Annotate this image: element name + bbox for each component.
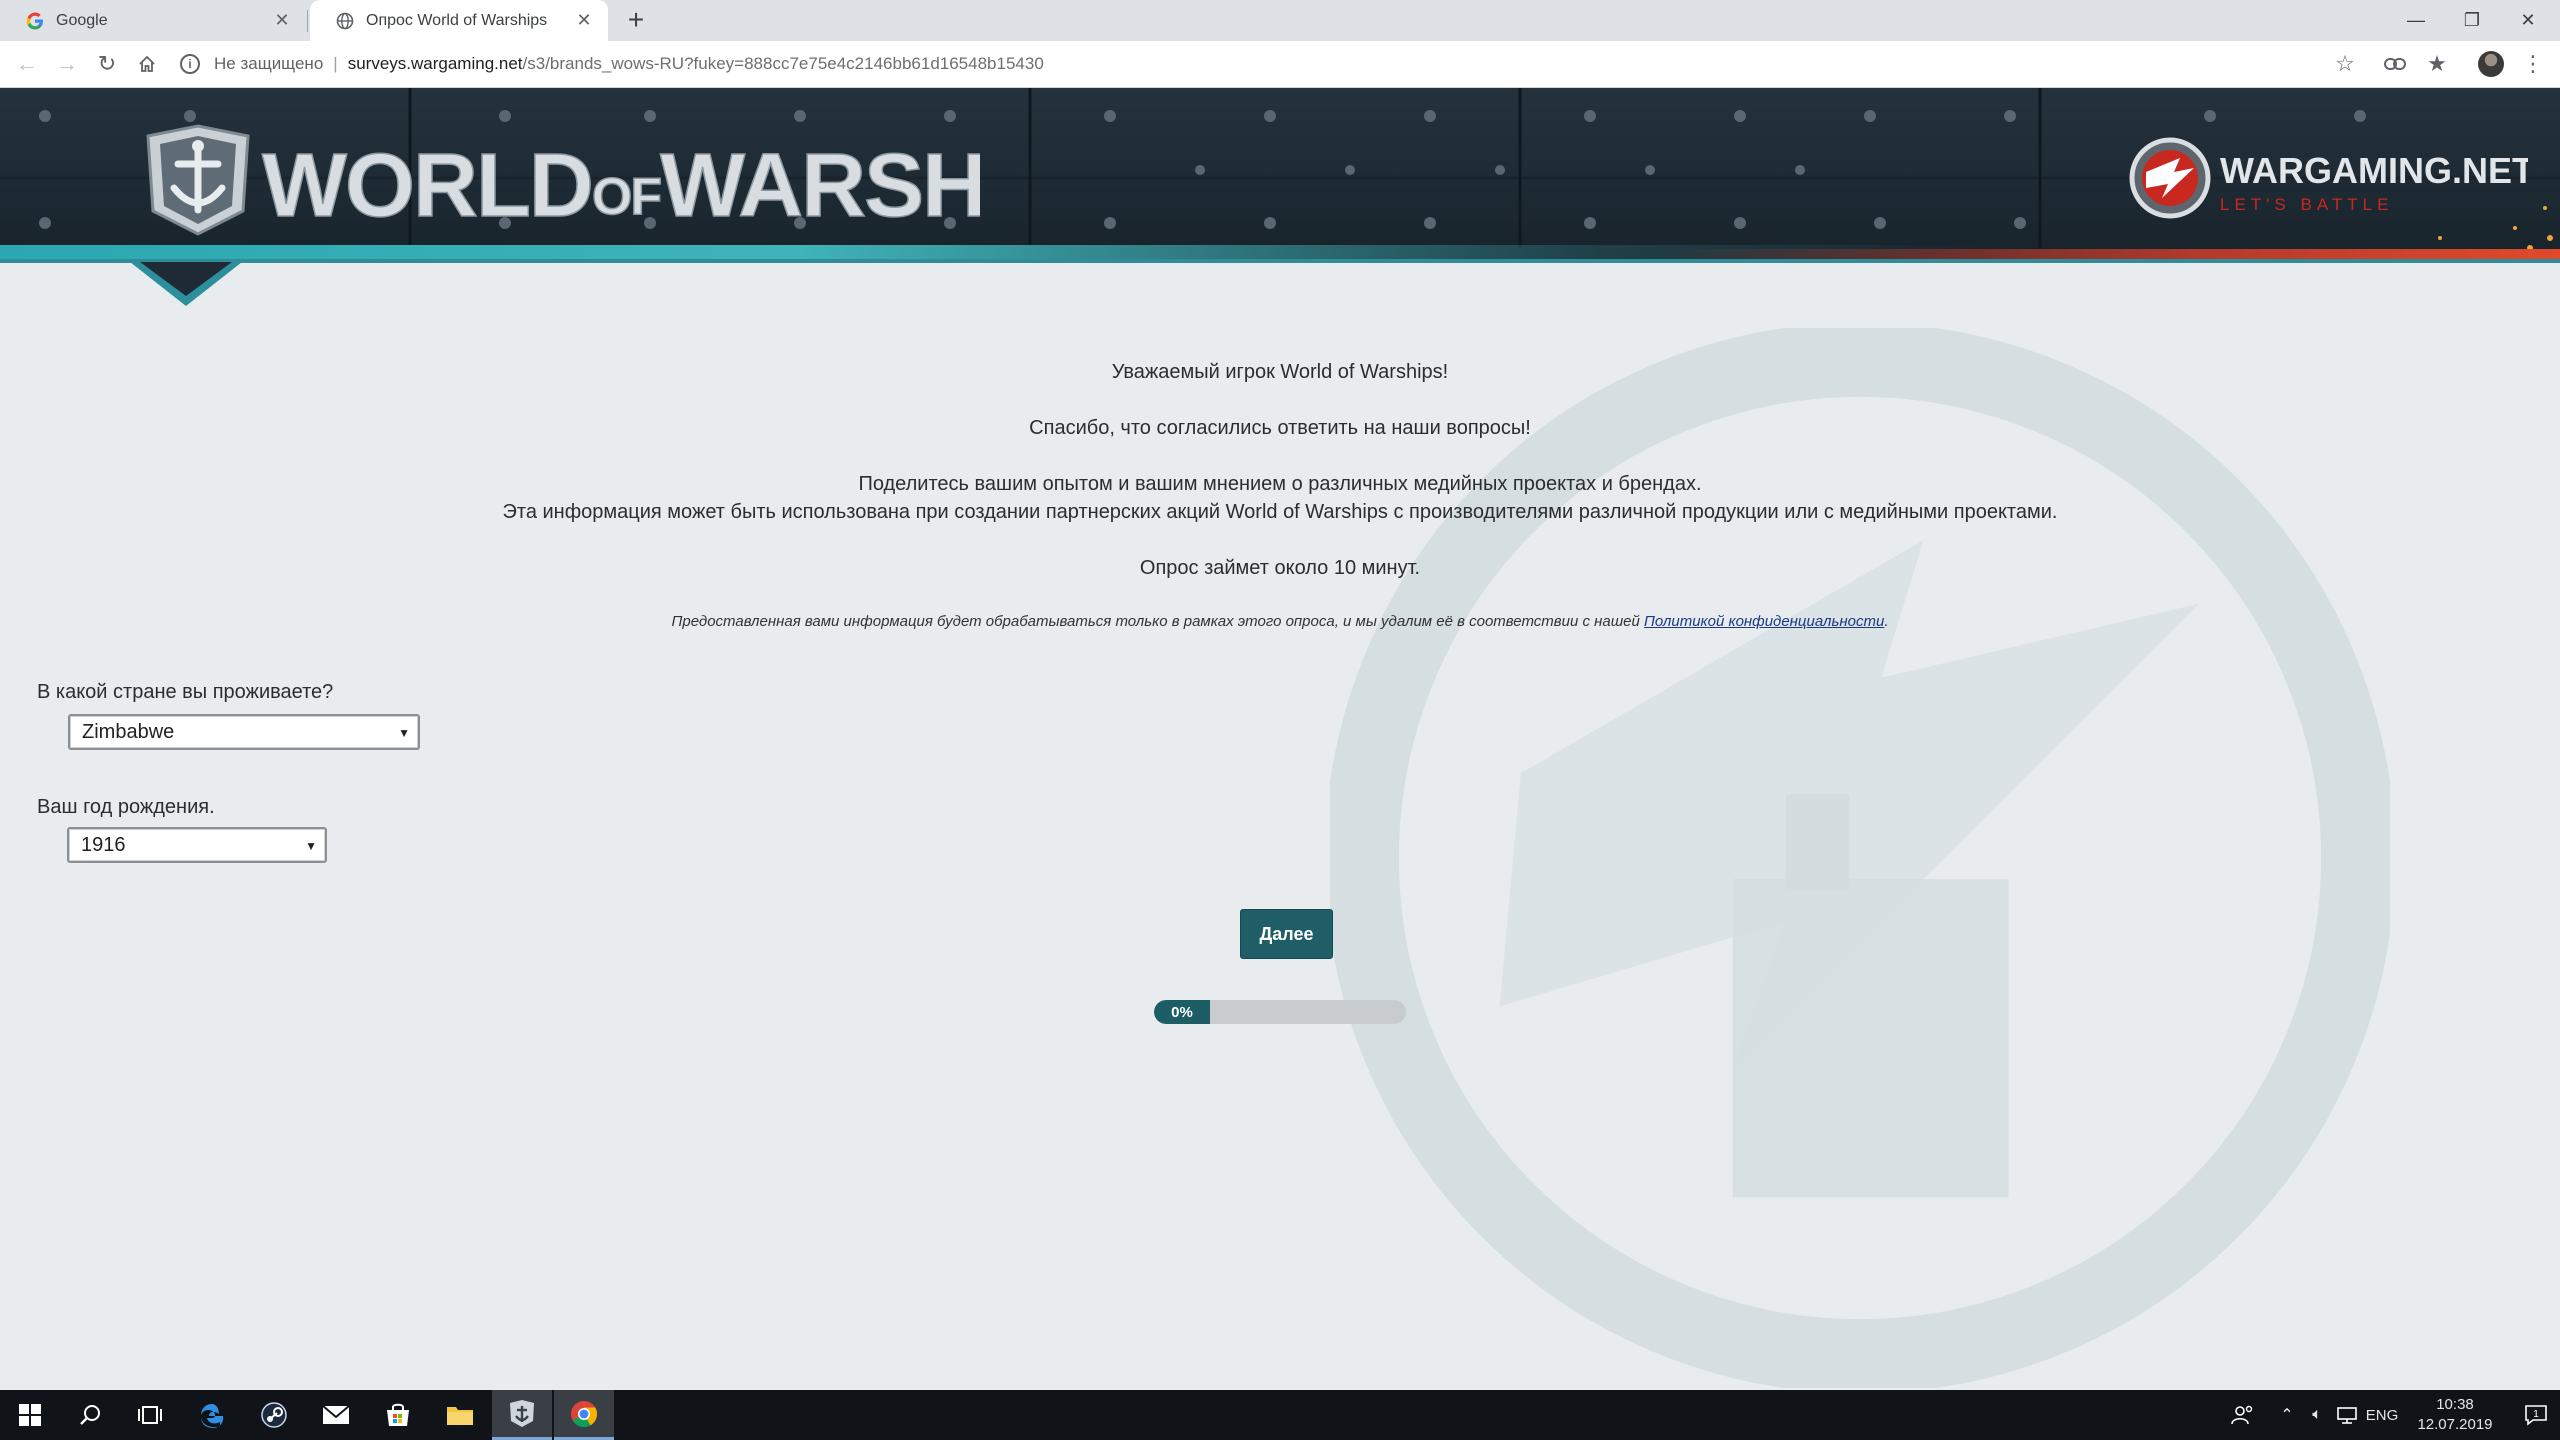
profile-avatar[interactable] — [2478, 51, 2504, 77]
wargaming-name: WARGAMING.NET — [2220, 150, 2528, 191]
steam-icon[interactable] — [244, 1390, 304, 1440]
wargaming-logo[interactable]: WARGAMING.NET LET'S BATTLE — [2128, 128, 2528, 228]
address-bar[interactable]: i Не защищено | surveys.wargaming.net /s… — [180, 47, 2370, 81]
security-label: Не защищено — [214, 54, 324, 73]
file-explorer-icon[interactable] — [430, 1390, 490, 1440]
greeting-text: Уважаемый игрок World of Warships! — [1111, 361, 1449, 383]
close-window-icon[interactable]: ✕ — [2500, 0, 2556, 41]
people-icon[interactable] — [2222, 1390, 2262, 1440]
logo-text-of: OF — [592, 168, 660, 226]
logo-text-warships: WARSHIPS — [660, 136, 980, 236]
tab-title: Опрос World of Warships — [366, 11, 548, 29]
extension-link-icon[interactable] — [2380, 49, 2410, 79]
minimize-icon[interactable]: — — [2388, 0, 2444, 41]
url-host: surveys.wargaming.net — [347, 54, 523, 73]
globe-favicon-icon — [336, 12, 354, 30]
notifications-icon[interactable]: 1 — [2512, 1390, 2560, 1440]
task-view-icon[interactable] — [120, 1390, 180, 1440]
forward-arrow-icon[interactable]: → — [52, 49, 82, 79]
survey-page: WORLDOFWARSHIPS WARGAMING.NET LET'S BATT… — [0, 88, 2560, 1390]
birth-year-selected-value: 1916 — [81, 833, 126, 856]
privacy-end: . — [1884, 613, 1889, 630]
header-bottom-line — [0, 259, 2560, 263]
browser-toolbar: ← → ↻ i Не защищено | surveys.wargaming.… — [0, 41, 2560, 88]
home-icon[interactable] — [132, 49, 162, 79]
country-select[interactable]: Zimbabwe ▼ — [68, 714, 420, 750]
intro-line-1: Поделитесь вашим опытом и вашим мнением … — [858, 473, 1702, 495]
search-icon[interactable] — [60, 1390, 120, 1440]
extension-star-icon[interactable]: ★ — [2422, 49, 2452, 79]
edge-browser-icon[interactable] — [182, 1390, 242, 1440]
clock-date: 12.07.2019 — [2417, 1416, 2493, 1433]
privacy-policy-link[interactable]: Политикой конфиденциальности — [1644, 613, 1884, 630]
network-icon[interactable] — [2332, 1390, 2362, 1440]
country-question-label: В какой стране вы проживаете? — [37, 681, 334, 703]
language-indicator[interactable]: ENG — [2362, 1390, 2402, 1440]
reload-icon[interactable]: ↻ — [92, 49, 122, 79]
close-tab-icon[interactable]: ✕ — [574, 10, 594, 31]
close-tab-icon[interactable]: ✕ — [272, 10, 292, 31]
chevron-up-icon[interactable]: ⌃ — [2272, 1390, 2302, 1440]
clock-time: 10:38 — [2436, 1396, 2474, 1413]
header-notch-inner — [140, 262, 232, 296]
country-selected-value: Zimbabwe — [82, 720, 175, 743]
intro-text: Уважаемый игрок World of Warships! Спаси… — [0, 358, 2560, 582]
bookmark-star-icon[interactable]: ☆ — [2330, 49, 2360, 79]
next-button[interactable]: Далее — [1240, 909, 1333, 959]
tab-divider — [307, 10, 308, 32]
new-tab-icon[interactable]: + — [622, 4, 650, 35]
back-arrow-icon[interactable]: ← — [12, 49, 42, 79]
mail-icon[interactable] — [306, 1390, 366, 1440]
birth-year-question-label: Ваш год рождения. — [37, 796, 215, 818]
thanks-text: Спасибо, что согласились ответить на наш… — [1029, 417, 1531, 439]
store-icon[interactable] — [368, 1390, 428, 1440]
windows-start-icon[interactable] — [0, 1390, 60, 1440]
world-of-warships-logo[interactable]: WORLDOFWARSHIPS — [140, 118, 980, 238]
duration-text: Опрос займет около 10 минут. — [1139, 557, 1421, 579]
google-favicon-icon — [26, 12, 44, 30]
world-of-warships-app-icon[interactable] — [492, 1390, 552, 1440]
dropdown-arrow-icon: ▼ — [305, 839, 317, 853]
intro-line-2: Эта информация может быть использована п… — [502, 501, 2058, 523]
divider: | — [333, 54, 338, 73]
birth-year-select[interactable]: 1916 ▼ — [67, 827, 327, 863]
tab-google[interactable]: Google ✕ — [0, 0, 306, 41]
svg-text:WORLDOFWARSHIPS: WORLDOFWARSHIPS — [262, 136, 980, 236]
tab-title: Google — [56, 11, 108, 29]
privacy-notice: Предоставленная вами информация будет об… — [0, 613, 2560, 630]
tab-survey[interactable]: Опрос World of Warships ✕ — [310, 0, 608, 41]
restore-window-icon[interactable]: ❐ — [2444, 0, 2500, 41]
url-path: /s3/brands_wows-RU?fukey=888cc7e75e4c214… — [522, 54, 1044, 73]
progress-fill: 0% — [1154, 1000, 1210, 1024]
windows-taskbar: ⌃ 🔈︎ ENG 10:38 12.07.2019 1 — [0, 1390, 2560, 1440]
progress-bar: 0% — [1154, 1000, 1406, 1024]
browser-tab-strip: Google ✕ Опрос World of Warships ✕ + — ❐… — [0, 0, 2560, 41]
menu-kebab-icon[interactable]: ⋮ — [2518, 49, 2548, 79]
volume-icon[interactable]: 🔈︎ — [2302, 1390, 2332, 1440]
privacy-text: Предоставленная вами информация будет об… — [671, 613, 1645, 630]
notification-count: 1 — [2533, 1409, 2539, 1420]
chrome-icon[interactable] — [554, 1390, 614, 1440]
logo-text-world: WORLD — [262, 136, 592, 236]
dropdown-arrow-icon: ▼ — [398, 726, 410, 740]
wargaming-tagline: LET'S BATTLE — [2220, 195, 2393, 214]
clock[interactable]: 10:38 12.07.2019 — [2400, 1395, 2510, 1435]
site-header: WORLDOFWARSHIPS WARGAMING.NET LET'S BATT… — [0, 88, 2560, 263]
info-icon[interactable]: i — [180, 54, 200, 74]
